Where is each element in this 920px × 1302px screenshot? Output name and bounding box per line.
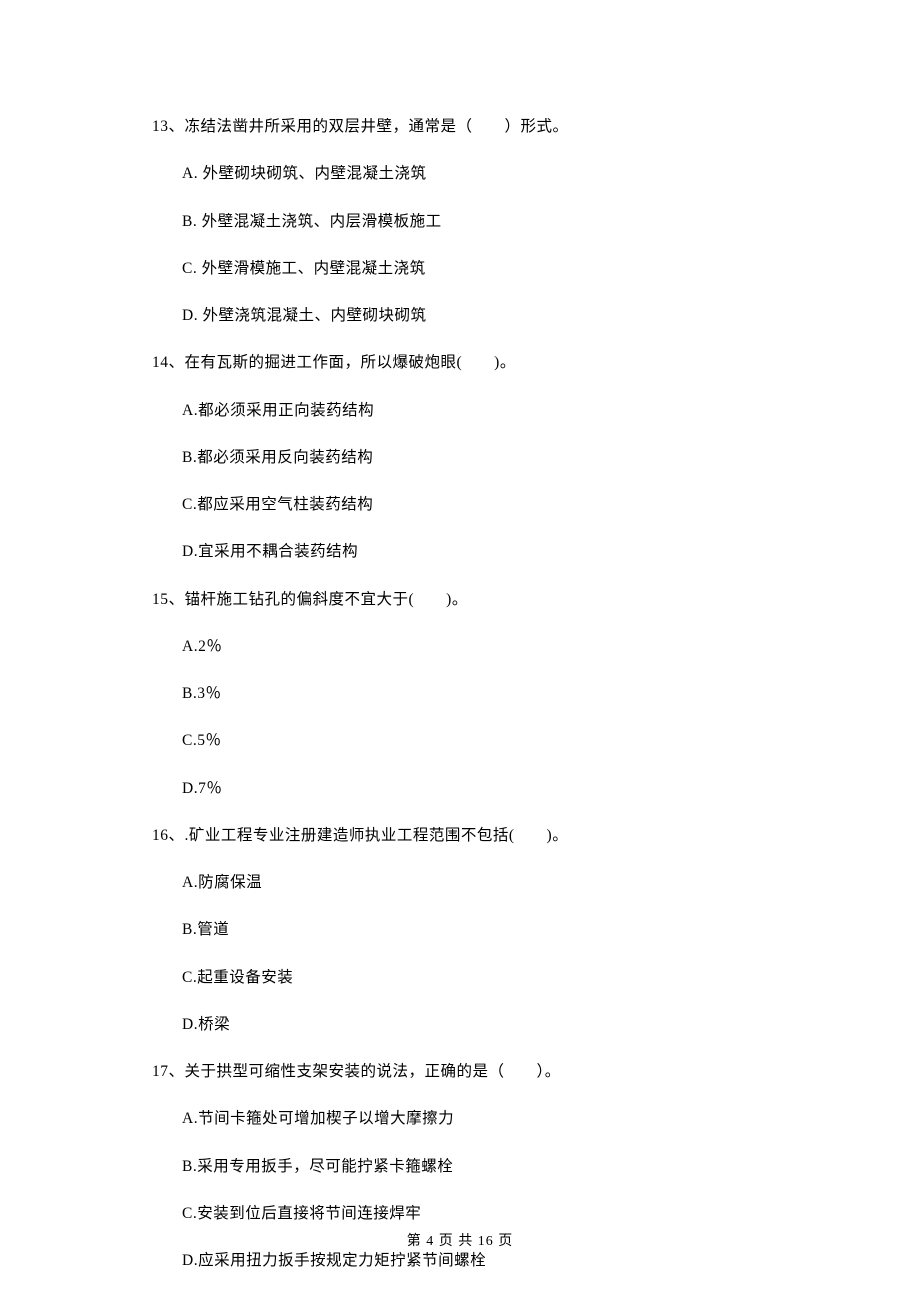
option-c: C.起重设备安装 (152, 966, 770, 989)
question-15: 15、锚杆施工钻孔的偏斜度不宜大于( )。 A.2％ B.3％ C.5％ D.7… (152, 588, 770, 800)
option-d: D.宜采用不耦合装药结构 (152, 540, 770, 563)
question-stem: 16、.矿业工程专业注册建造师执业工程范围不包括( )。 (152, 824, 770, 847)
question-text: 锚杆施工钻孔的偏斜度不宜大于( )。 (185, 591, 468, 608)
question-number: 15、 (152, 591, 185, 608)
option-b: B.3％ (152, 682, 770, 705)
option-a: A.节间卡箍处可增加楔子以增大摩擦力 (152, 1107, 770, 1130)
question-14: 14、在有瓦斯的掘进工作面，所以爆破炮眼( )。 A.都必须采用正向装药结构 B… (152, 351, 770, 563)
question-text: 冻结法凿井所采用的双层井壁，通常是（ ）形式。 (185, 118, 569, 135)
question-stem: 15、锚杆施工钻孔的偏斜度不宜大于( )。 (152, 588, 770, 611)
option-b: B.都必须采用反向装药结构 (152, 446, 770, 469)
option-d: D.桥梁 (152, 1013, 770, 1036)
option-b: B. 外壁混凝土浇筑、内层滑模板施工 (152, 210, 770, 233)
question-16: 16、.矿业工程专业注册建造师执业工程范围不包括( )。 A.防腐保温 B.管道… (152, 824, 770, 1036)
option-a: A.2％ (152, 635, 770, 658)
page-content: 13、冻结法凿井所采用的双层井壁，通常是（ ）形式。 A. 外壁砌块砌筑、内壁混… (0, 0, 920, 1272)
question-number: 17、 (152, 1063, 185, 1080)
question-number: 16、 (152, 827, 185, 844)
question-13: 13、冻结法凿井所采用的双层井壁，通常是（ ）形式。 A. 外壁砌块砌筑、内壁混… (152, 115, 770, 327)
question-stem: 13、冻结法凿井所采用的双层井壁，通常是（ ）形式。 (152, 115, 770, 138)
option-b: B.采用专用扳手，尽可能拧紧卡箍螺栓 (152, 1155, 770, 1178)
option-d: D. 外壁浇筑混凝土、内壁砌块砌筑 (152, 304, 770, 327)
option-d: D.应采用扭力扳手按规定力矩拧紧节间螺栓 (152, 1249, 770, 1272)
question-text: 在有瓦斯的掘进工作面，所以爆破炮眼( )。 (185, 354, 516, 371)
option-d: D.7％ (152, 777, 770, 800)
option-c: C.安装到位后直接将节间连接焊牢 (152, 1202, 770, 1225)
option-a: A.防腐保温 (152, 871, 770, 894)
question-number: 13、 (152, 118, 185, 135)
option-c: C.都应采用空气柱装药结构 (152, 493, 770, 516)
question-stem: 17、关于拱型可缩性支架安装的说法，正确的是（ ）。 (152, 1060, 770, 1083)
page-footer: 第 4 页 共 16 页 (0, 1231, 920, 1252)
option-c: C.5％ (152, 729, 770, 752)
option-c: C. 外壁滑模施工、内壁混凝土浇筑 (152, 257, 770, 280)
option-a: A.都必须采用正向装药结构 (152, 399, 770, 422)
question-number: 14、 (152, 354, 185, 371)
question-stem: 14、在有瓦斯的掘进工作面，所以爆破炮眼( )。 (152, 351, 770, 374)
question-text: 关于拱型可缩性支架安装的说法，正确的是（ ）。 (185, 1063, 561, 1080)
question-text: .矿业工程专业注册建造师执业工程范围不包括( )。 (185, 827, 569, 844)
option-b: B.管道 (152, 918, 770, 941)
option-a: A. 外壁砌块砌筑、内壁混凝土浇筑 (152, 162, 770, 185)
